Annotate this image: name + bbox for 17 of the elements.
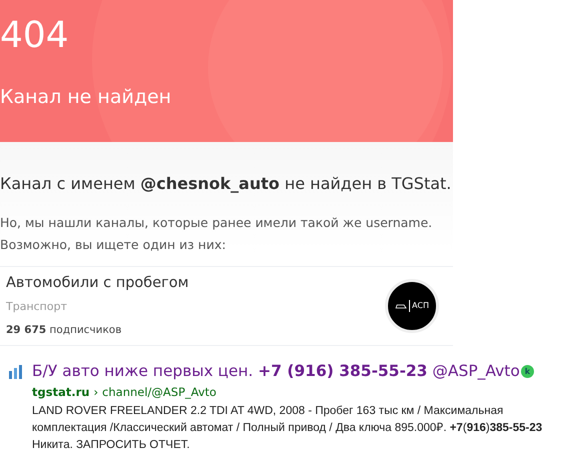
channel-category: Транспорт [6, 298, 67, 315]
error-code: 404 [0, 14, 69, 58]
result-url-host[interactable]: tgstat.ru [32, 384, 90, 402]
page-title: Канал не найден [0, 85, 172, 110]
channel-card[interactable]: Автомобили с пробегом Транспорт 29 675 подписчиков АСП [0, 266, 453, 346]
k-badge: k [520, 365, 534, 378]
channel-avatar: АСП [385, 279, 439, 333]
hint-text: Но, мы нашли каналы, которые ранее имели такой же username. [0, 214, 432, 232]
hint-text: Возможно, вы ищете один из них: [0, 236, 226, 254]
subscriber-count: 29 675 подписчиков [6, 323, 122, 338]
result-title-link[interactable]: Б/У авто ниже первых цен. +7 (916) 385-55-23 @ASP_Avto [32, 360, 520, 384]
result-url-path[interactable]: channel/@ASP_Avto [102, 384, 216, 402]
url-separator: › [94, 384, 98, 402]
not-found-message: Канал с именем @chesnok_auto не найден в TGStat. [0, 173, 452, 195]
chart-bars-icon [9, 365, 24, 379]
result-snippet: LAND ROVER FREELANDER 2.2 TDI AT 4WD, 2008 - Пробег 163 тыс км / Максимальная комплектация /Классический автомат / Полный привод / Два ключа 895.000₽. +7(916)385-55-23 Никита. ЗАПРОСИТЬ ОТЧЕТ. [32, 404, 544, 452]
channel-name: Автомобили с пробегом [6, 274, 189, 293]
